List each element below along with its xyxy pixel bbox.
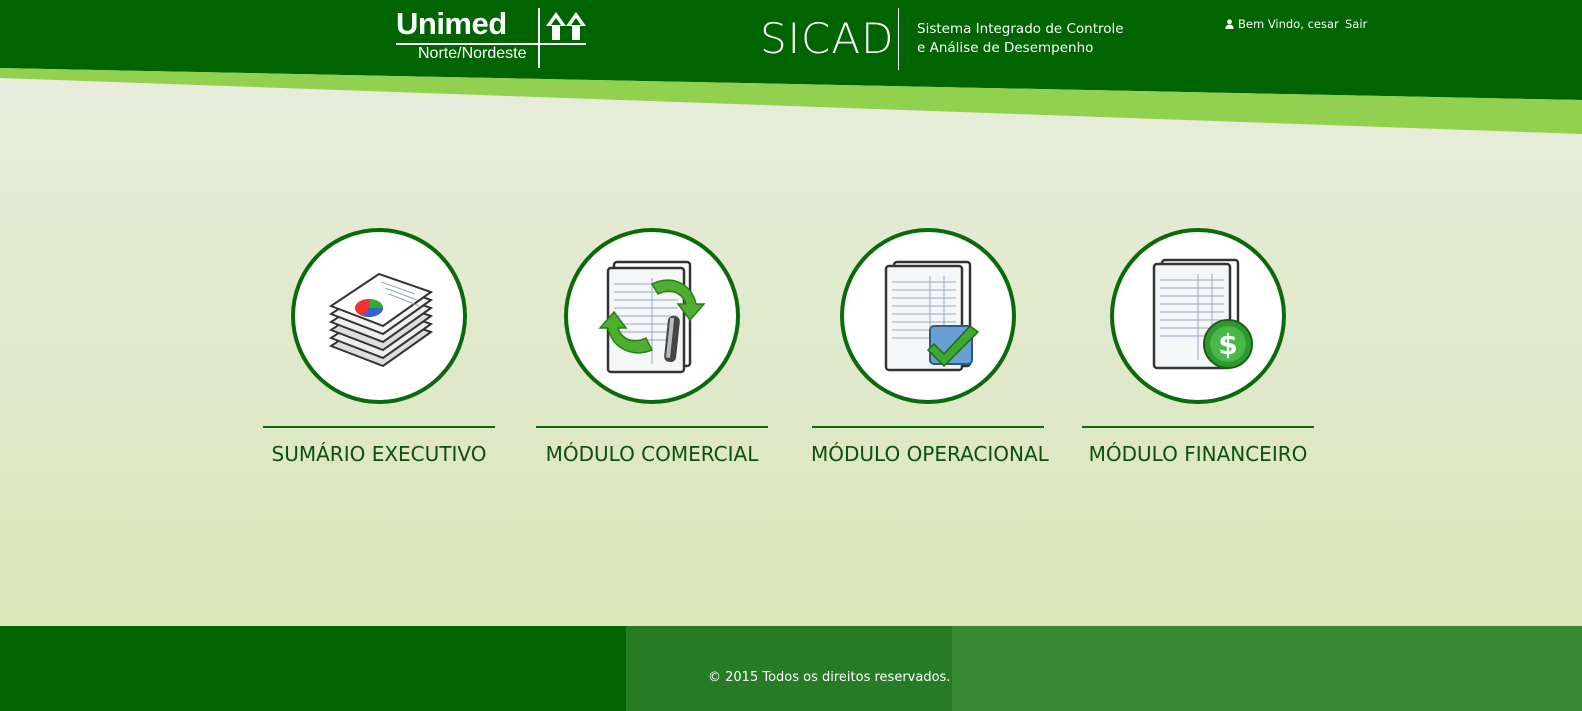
welcome-text: Bem Vindo, cesar <box>1238 17 1339 31</box>
footer-left-panel <box>0 626 626 711</box>
module-operacional[interactable]: MÓDULO OPERACIONAL <box>811 228 1049 466</box>
module-label[interactable]: MÓDULO FINANCEIRO <box>1081 442 1315 466</box>
module-financeiro[interactable]: $ MÓDULO FINANCEIRO <box>1081 228 1315 466</box>
document-check-icon <box>884 260 980 372</box>
document-refresh-pen-icon <box>598 260 706 374</box>
logout-link[interactable]: Sair <box>1345 17 1367 31</box>
app-name: SICAD <box>760 14 895 63</box>
report-pie-chart-icon <box>328 272 434 368</box>
welcome-message: Bem Vindo, cesar <box>1225 17 1339 31</box>
module-divider <box>1082 426 1314 428</box>
app-description-line1: Sistema Integrado de Controle <box>917 21 1124 37</box>
app-name-divider <box>898 8 899 70</box>
document-dollar-icon: $ <box>1152 258 1253 370</box>
module-label[interactable]: SUMÁRIO EXECUTIVO <box>262 442 496 466</box>
module-comercial[interactable]: MÓDULO COMERCIAL <box>535 228 769 466</box>
module-label[interactable]: MÓDULO OPERACIONAL <box>811 442 1049 466</box>
app-description-line2: e Análise de Desempenho <box>917 40 1094 56</box>
module-icon-circle[interactable]: $ <box>1110 228 1286 404</box>
module-icon-circle[interactable] <box>840 228 1016 404</box>
logo-subtext: Norte/Nordeste <box>418 45 527 62</box>
svg-text:$: $ <box>1218 328 1237 361</box>
logo-text: Unimed <box>396 6 507 41</box>
footer-middle-panel <box>626 626 952 711</box>
header: Unimed Norte/Nordeste SICAD Sistema Inte… <box>0 0 1582 140</box>
module-label[interactable]: MÓDULO COMERCIAL <box>535 442 769 466</box>
module-divider <box>536 426 768 428</box>
copyright-text: © 2015 Todos os direitos reservados. <box>708 670 951 685</box>
unimed-tree-icon <box>546 12 586 40</box>
module-sumario-executivo[interactable]: SUMÁRIO EXECUTIVO <box>262 228 496 466</box>
app-description: Sistema Integrado de Controle e Análise … <box>917 20 1124 58</box>
module-icon-circle[interactable] <box>564 228 740 404</box>
module-divider <box>263 426 495 428</box>
module-icon-circle[interactable] <box>291 228 467 404</box>
logo-divider <box>538 8 540 68</box>
unimed-logo[interactable]: Unimed Norte/Nordeste <box>396 6 591 68</box>
module-divider <box>812 426 1044 428</box>
footer-right-panel <box>952 626 1582 711</box>
user-icon <box>1225 19 1234 29</box>
footer: © 2015 Todos os direitos reservados. <box>0 626 1582 711</box>
